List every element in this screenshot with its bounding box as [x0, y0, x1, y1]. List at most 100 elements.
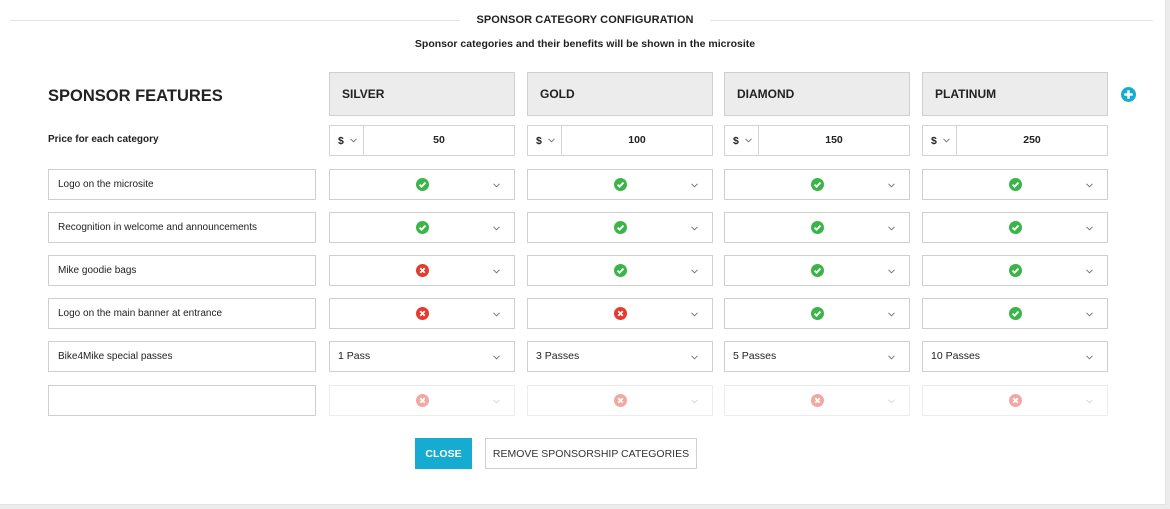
feature-value-select[interactable]	[527, 212, 713, 243]
check-circle-icon	[614, 264, 627, 277]
cell-value: 3 Passes	[536, 350, 580, 362]
chevron-down-icon	[888, 269, 895, 274]
price-input[interactable]: 150	[759, 126, 909, 155]
feature-value-select[interactable]: 10 Passes	[922, 341, 1108, 372]
check-circle-icon	[416, 221, 429, 234]
chevron-down-icon	[1086, 355, 1093, 360]
feature-value-select[interactable]	[329, 212, 515, 243]
feature-value-select[interactable]	[527, 169, 713, 200]
price-input[interactable]: 250	[957, 126, 1107, 155]
price-input[interactable]: 100	[562, 126, 712, 155]
price-label: Price for each category	[48, 134, 159, 145]
feature-value-select[interactable]	[329, 255, 515, 286]
feature-value-select[interactable]	[724, 212, 910, 243]
feature-value-select[interactable]: 1 Pass	[329, 341, 515, 372]
chevron-down-icon	[691, 312, 698, 317]
chevron-down-icon	[1086, 183, 1093, 188]
check-circle-icon	[811, 178, 824, 191]
chevron-down-icon	[493, 355, 500, 360]
price-field-3: $ 250	[922, 125, 1108, 156]
currency-select[interactable]: $	[330, 126, 364, 155]
feature-value-select[interactable]	[527, 255, 713, 286]
price-input[interactable]: 50	[364, 126, 514, 155]
chevron-down-icon	[888, 183, 895, 188]
feature-value-select[interactable]	[329, 298, 515, 329]
chevron-down-icon	[547, 138, 555, 143]
feature-value-select[interactable]	[922, 212, 1108, 243]
feature-name-input[interactable]: Recognition in welcome and announcements	[48, 212, 316, 243]
chevron-down-icon	[493, 312, 500, 317]
cross-circle-icon	[416, 394, 429, 407]
feature-value-select[interactable]	[329, 169, 515, 200]
check-circle-icon	[1009, 264, 1022, 277]
remove-sponsorship-categories-button[interactable]: REMOVE SPONSORSHIP CATEGORIES	[485, 438, 697, 469]
chevron-down-icon	[1086, 269, 1093, 274]
currency-value: $	[931, 134, 937, 147]
feature-name-input[interactable]	[48, 385, 316, 416]
feature-value-select[interactable]	[527, 298, 713, 329]
chevron-down-icon	[744, 138, 752, 143]
feature-value-select[interactable]	[724, 385, 910, 416]
currency-select[interactable]: $	[923, 126, 957, 155]
chevron-down-icon	[888, 226, 895, 231]
feature-value-select[interactable]: 5 Passes	[724, 341, 910, 372]
chevron-down-icon	[888, 355, 895, 360]
currency-select[interactable]: $	[725, 126, 759, 155]
sponsor-config-panel: SPONSOR CATEGORY CONFIGURATION Sponsor c…	[0, 0, 1166, 505]
feature-value-select[interactable]	[724, 298, 910, 329]
chevron-down-icon	[493, 226, 500, 231]
cell-value: 10 Passes	[931, 350, 981, 362]
feature-value-select[interactable]	[724, 255, 910, 286]
currency-value: $	[338, 134, 344, 147]
feature-value-select[interactable]	[922, 169, 1108, 200]
feature-name-input[interactable]: Logo on the microsite	[48, 169, 316, 200]
price-field-2: $ 150	[724, 125, 910, 156]
close-button[interactable]: CLOSE	[415, 438, 472, 469]
price-field-0: $ 50	[329, 125, 515, 156]
price-field-1: $ 100	[527, 125, 713, 156]
currency-value: $	[733, 134, 739, 147]
check-circle-icon	[811, 264, 824, 277]
chevron-down-icon	[349, 138, 357, 143]
feature-value-select[interactable]	[329, 385, 515, 416]
chevron-down-icon	[691, 269, 698, 274]
cell-value: 1 Pass	[338, 350, 371, 362]
feature-name-input[interactable]: Bike4Mike special passes	[48, 341, 316, 372]
chevron-down-icon	[691, 355, 698, 360]
feature-value-select[interactable]: 3 Passes	[527, 341, 713, 372]
cross-circle-icon	[1009, 394, 1022, 407]
plus-circle-icon[interactable]	[1121, 87, 1136, 102]
chevron-down-icon	[691, 183, 698, 188]
feature-name-input[interactable]: Logo on the main banner at entrance	[48, 298, 316, 329]
currency-select[interactable]: $	[528, 126, 562, 155]
check-circle-icon	[811, 221, 824, 234]
category-header-1[interactable]: GOLD	[527, 72, 713, 116]
category-header-0[interactable]: SILVER	[329, 72, 515, 116]
cross-circle-icon	[416, 307, 429, 320]
chevron-down-icon	[691, 399, 698, 404]
feature-value-select[interactable]	[922, 385, 1108, 416]
check-circle-icon	[1009, 307, 1022, 320]
chevron-down-icon	[888, 312, 895, 317]
check-circle-icon	[1009, 221, 1022, 234]
chevron-down-icon	[942, 138, 950, 143]
check-circle-icon	[811, 307, 824, 320]
feature-value-select[interactable]	[922, 298, 1108, 329]
feature-name-input[interactable]: Mike goodie bags	[48, 255, 316, 286]
currency-value: $	[536, 134, 542, 147]
cross-circle-icon	[811, 394, 824, 407]
chevron-down-icon	[493, 269, 500, 274]
chevron-down-icon	[691, 226, 698, 231]
feature-value-select[interactable]	[527, 385, 713, 416]
category-header-3[interactable]: PLATINUM	[922, 72, 1108, 116]
chevron-down-icon	[1086, 312, 1093, 317]
cross-circle-icon	[614, 307, 627, 320]
sponsor-features-heading: SPONSOR FEATURES	[48, 87, 223, 105]
feature-value-select[interactable]	[724, 169, 910, 200]
chevron-down-icon	[493, 183, 500, 188]
page-title: SPONSOR CATEGORY CONFIGURATION	[460, 14, 710, 26]
category-header-2[interactable]: DIAMOND	[724, 72, 910, 116]
check-circle-icon	[614, 221, 627, 234]
cross-circle-icon	[614, 394, 627, 407]
feature-value-select[interactable]	[922, 255, 1108, 286]
